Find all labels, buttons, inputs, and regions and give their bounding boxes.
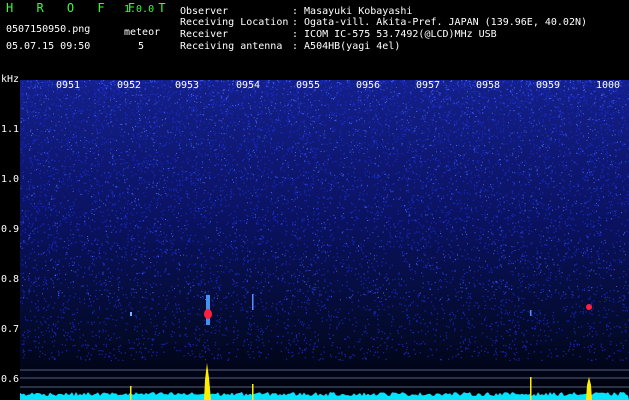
meteor-echo — [530, 310, 532, 316]
meteor-spike — [530, 377, 532, 400]
time-tick-label: 0957 — [416, 80, 441, 91]
y-tick-label: 0.8 — [1, 274, 20, 285]
spectrogram-image — [20, 80, 629, 400]
y-tick-label: 0.9 — [1, 224, 20, 235]
image-filename: 0507150950.png — [6, 24, 91, 35]
time-tick-label: 0952 — [117, 80, 142, 91]
time-tick-label: 0953 — [175, 80, 200, 91]
y-tick-label: 1.1 — [1, 124, 20, 135]
hroft-window: H R O F F T 1.0.0 0507150950.png meteor … — [0, 0, 629, 400]
time-tick-label: 0956 — [356, 80, 381, 91]
meteor-echo — [130, 312, 132, 316]
time-tick-label: 0959 — [536, 80, 561, 91]
app-version: 1.0.0 — [124, 4, 155, 15]
location-label: Receiving Location — [180, 17, 289, 28]
meteor-spike — [130, 386, 132, 400]
meteor-count: 5 — [138, 41, 145, 52]
observation-datetime: 05.07.15 09:50 — [6, 41, 91, 52]
meteor-echo — [252, 294, 254, 310]
time-tick-label: 0954 — [236, 80, 261, 91]
antenna-label: Receiving antenna — [180, 41, 283, 52]
time-tick-label: 1000 — [596, 80, 621, 91]
time-tick-label: 0951 — [56, 80, 81, 91]
y-tick-label: 1.0 — [1, 174, 20, 185]
receiver-value: : ICOM IC-575 53.7492(@LCD)MHz USB — [292, 29, 497, 40]
antenna-value: : A504HB(yagi 4el) — [292, 41, 401, 52]
meteor-echo-core — [204, 309, 212, 319]
time-tick-label: 0955 — [296, 80, 321, 91]
receiver-label: Receiver — [180, 29, 229, 40]
y-axis-unit: kHz — [1, 74, 20, 85]
time-tick-label: 0958 — [476, 80, 501, 91]
y-tick-label: 0.6 — [1, 374, 20, 385]
meteor-spike — [252, 384, 254, 400]
location-value: : Ogata-vill. Akita-Pref. JAPAN (139.96E… — [292, 17, 588, 28]
meteor-label: meteor — [124, 27, 161, 38]
y-tick-label: 0.7 — [1, 324, 20, 335]
meteor-echo — [586, 304, 592, 310]
